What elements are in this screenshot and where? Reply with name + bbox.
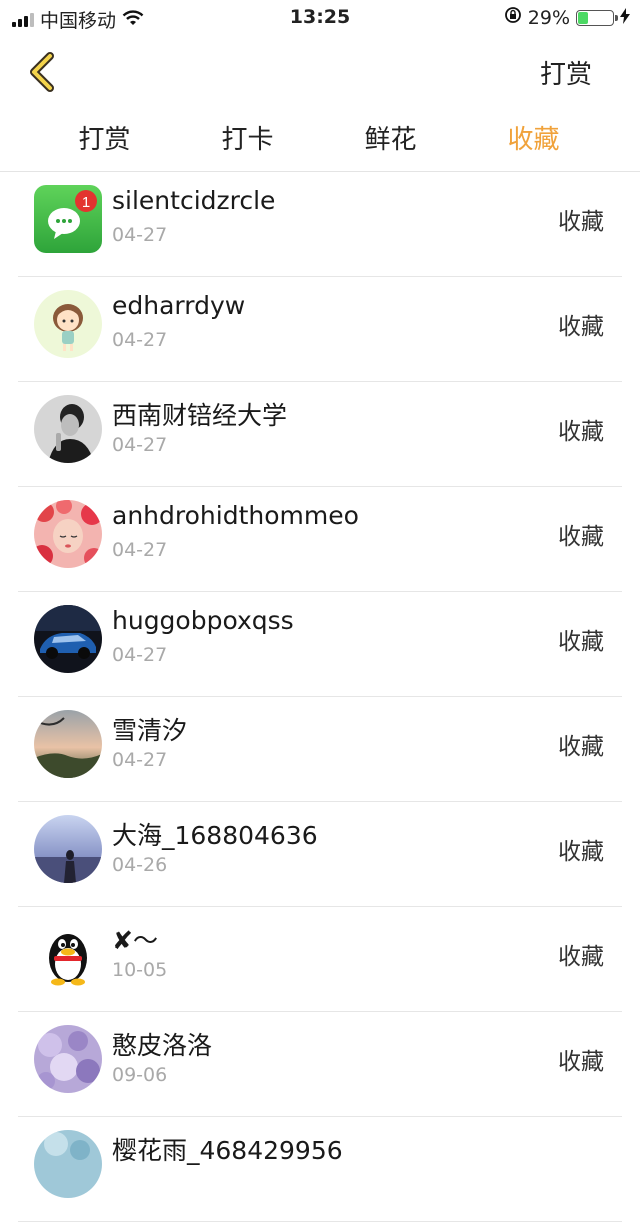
item-date: 04-27 <box>112 749 168 771</box>
list-item[interactable]: 雪清汐 04-27 收藏 <box>18 697 622 802</box>
favorite-label[interactable]: 收藏 <box>558 307 604 341</box>
list-item[interactable]: 樱花雨_468429956 <box>18 1117 622 1222</box>
favorite-label[interactable]: 收藏 <box>558 832 604 866</box>
item-date: 04-27 <box>112 539 168 561</box>
cartoon-girl-avatar-icon <box>34 290 102 358</box>
favorite-label[interactable]: 收藏 <box>558 517 604 551</box>
user-name: edharrdyw <box>112 291 246 320</box>
favorite-label[interactable]: 收藏 <box>558 412 604 446</box>
back-button[interactable] <box>22 50 62 94</box>
user-name: 樱花雨_468429956 <box>112 1136 343 1165</box>
car-avatar-icon <box>34 605 102 673</box>
blossom-avatar-icon <box>34 1130 102 1198</box>
avatar <box>34 815 102 883</box>
user-name: anhdrohidthommeo <box>112 501 359 530</box>
avatar <box>34 920 102 988</box>
avatar <box>34 1025 102 1093</box>
favorite-label[interactable]: 收藏 <box>558 622 604 656</box>
tab-reward[interactable]: 打赏 <box>33 108 176 171</box>
status-bar: 中国移动 13:25 29% <box>0 0 640 36</box>
status-right: 29% <box>504 6 630 29</box>
user-name: 雪清汐 <box>112 716 188 745</box>
avatar <box>34 290 102 358</box>
item-date: 04-27 <box>112 434 168 456</box>
avatar: 1 <box>34 185 102 253</box>
avatar <box>34 395 102 463</box>
nav-bar: 打赏 <box>0 36 640 108</box>
avatar <box>34 500 102 568</box>
tab-favorites[interactable]: 收藏 <box>462 108 605 171</box>
svg-text:1: 1 <box>82 194 90 211</box>
favorites-list: 1 silentcidzrcle 04-27 收藏 edharrdyw 04-2… <box>0 172 640 1222</box>
list-item[interactable]: anhdrohidthommeo 04-27 收藏 <box>18 487 622 592</box>
item-date: 04-26 <box>112 854 168 876</box>
favorite-label[interactable]: 收藏 <box>558 202 604 236</box>
chevron-left-icon <box>30 52 54 92</box>
user-name: 憨皮洛洛 <box>112 1031 213 1060</box>
user-name: huggobpoxqss <box>112 606 294 635</box>
list-item[interactable]: edharrdyw 04-27 收藏 <box>18 277 622 382</box>
item-date: 04-27 <box>112 329 168 351</box>
tab-bar: 打赏 打卡 鲜花 收藏 <box>0 108 640 172</box>
user-name: 大海_168804636 <box>112 821 318 850</box>
lilac-avatar-icon <box>34 1025 102 1093</box>
penguin-avatar-icon <box>34 920 102 988</box>
orientation-lock-icon <box>504 6 522 29</box>
landscape-avatar-icon <box>34 710 102 778</box>
seaside-girl-avatar-icon <box>34 815 102 883</box>
user-name: silentcidzrcle <box>112 186 276 215</box>
user-name: ✘～ <box>112 926 158 955</box>
portrait-avatar-icon <box>34 395 102 463</box>
avatar <box>34 710 102 778</box>
flower-face-avatar-icon <box>34 500 102 568</box>
list-item[interactable]: 1 silentcidzrcle 04-27 收藏 <box>18 172 622 277</box>
list-item[interactable]: 憨皮洛洛 09-06 收藏 <box>18 1012 622 1117</box>
reward-button[interactable]: 打赏 <box>540 54 592 91</box>
tab-checkin[interactable]: 打卡 <box>176 108 319 171</box>
wechat-avatar-icon: 1 <box>34 185 102 253</box>
list-item[interactable]: ✘～ 10-05 收藏 <box>18 907 622 1012</box>
avatar <box>34 605 102 673</box>
favorite-label[interactable]: 收藏 <box>558 937 604 971</box>
tab-flowers[interactable]: 鲜花 <box>319 108 462 171</box>
list-item[interactable]: 大海_168804636 04-26 收藏 <box>18 802 622 907</box>
item-date: 10-05 <box>112 959 168 981</box>
list-item[interactable]: 西南财锫经大学 04-27 收藏 <box>18 382 622 487</box>
favorite-label[interactable]: 收藏 <box>558 727 604 761</box>
battery-icon <box>576 9 618 26</box>
avatar <box>34 1130 102 1198</box>
battery-percent: 29% <box>527 6 570 29</box>
user-name: 西南财锫经大学 <box>112 401 288 430</box>
favorite-label[interactable]: 收藏 <box>558 1042 604 1076</box>
item-date: 04-27 <box>112 224 168 246</box>
item-date: 09-06 <box>112 1064 168 1086</box>
list-item[interactable]: huggobpoxqss 04-27 收藏 <box>18 592 622 697</box>
battery-level <box>578 11 588 24</box>
charging-icon <box>620 7 630 29</box>
item-date: 04-27 <box>112 644 168 666</box>
